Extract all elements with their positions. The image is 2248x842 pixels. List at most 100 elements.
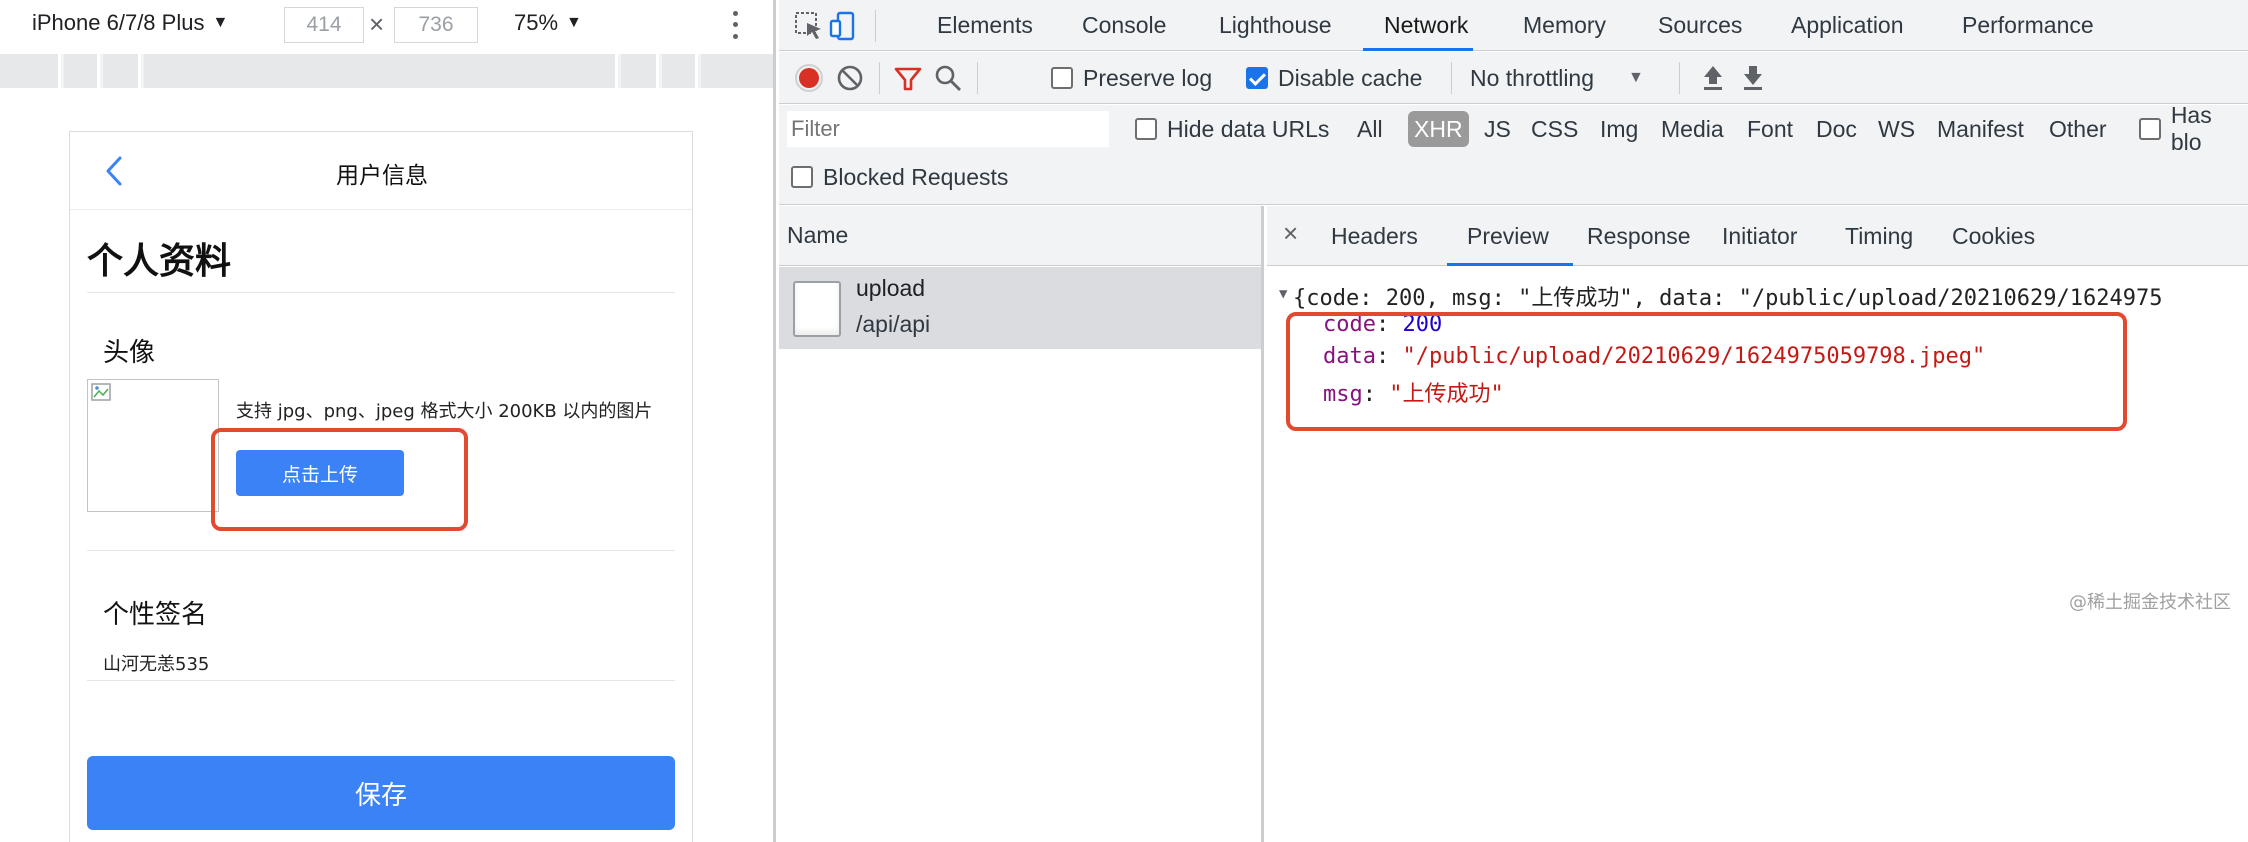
caret-down-icon: ▼ — [1628, 69, 1644, 86]
filter-icon[interactable] — [892, 62, 924, 94]
has-blocked-cookies-checkbox[interactable]: Has blo — [2139, 102, 2248, 155]
separator — [1451, 62, 1452, 94]
page-title: 用户信息 — [336, 163, 428, 189]
request-list: Name upload /api/api — [779, 206, 1264, 842]
tab-headers[interactable]: Headers — [1331, 206, 1418, 266]
type-media[interactable]: Media — [1661, 111, 1724, 147]
height-input[interactable]: 736 — [394, 7, 478, 43]
type-ws[interactable]: WS — [1878, 111, 1915, 147]
width-input[interactable]: 414 — [284, 7, 364, 43]
tab-initiator[interactable]: Initiator — [1722, 206, 1797, 266]
media-query-ruler[interactable] — [0, 54, 773, 88]
hide-data-urls-checkbox[interactable]: Hide data URLs — [1135, 111, 1329, 147]
tab-response[interactable]: Response — [1587, 206, 1691, 266]
blocked-requests-checkbox[interactable]: Blocked Requests — [791, 159, 1008, 195]
signature-label: 个性签名 — [103, 600, 208, 630]
tab-timing[interactable]: Timing — [1845, 206, 1913, 266]
divider — [87, 292, 675, 293]
avatar-label: 头像 — [103, 338, 156, 368]
checkbox-icon[interactable] — [1051, 67, 1073, 89]
ruler-segment[interactable] — [701, 54, 773, 88]
ruler-segment[interactable] — [144, 54, 618, 88]
avatar-image — [87, 379, 219, 512]
checkbox-checked-icon[interactable] — [1246, 67, 1268, 89]
type-font[interactable]: Font — [1747, 111, 1793, 147]
type-all[interactable]: All — [1357, 111, 1383, 147]
more-options-icon[interactable] — [730, 8, 740, 42]
json-summary: {code: 200, msg: "上传成功", data: "/public/… — [1293, 286, 2163, 311]
tab-sources[interactable]: Sources — [1658, 0, 1742, 51]
detail-tabbar: × Headers Preview Response Initiator Tim… — [1267, 206, 2248, 266]
type-img[interactable]: Img — [1600, 111, 1638, 147]
close-icon[interactable]: × — [1283, 218, 1298, 249]
file-icon — [793, 281, 841, 337]
zoom-select[interactable]: 75% ▼ — [514, 10, 582, 36]
devtools-tabbar: Elements Console Lighthouse Network Memo… — [779, 0, 2248, 51]
inspect-element-icon[interactable] — [793, 10, 825, 42]
device-select[interactable]: iPhone 6/7/8 Plus ▼ — [32, 10, 228, 36]
tab-elements[interactable]: Elements — [937, 0, 1033, 51]
zoom-value: 75% — [514, 10, 559, 35]
tab-memory[interactable]: Memory — [1523, 0, 1606, 51]
has-blocked-label: Has blo — [2170, 102, 2212, 155]
section-title: 个人资料 — [87, 241, 232, 282]
record-icon[interactable] — [793, 62, 825, 94]
save-button[interactable]: 保存 — [87, 756, 675, 830]
type-manifest[interactable]: Manifest — [1937, 111, 2024, 147]
throttling-select[interactable]: No throttling ▼ — [1470, 52, 1644, 104]
separator — [879, 62, 880, 94]
divider — [87, 680, 675, 681]
tab-performance[interactable]: Performance — [1962, 0, 2094, 51]
ruler-segment[interactable] — [621, 54, 659, 88]
filter-bar: Hide data URLs All XHR JS CSS Img Media … — [779, 102, 2248, 205]
annotation-highlight-box — [211, 428, 468, 531]
type-css[interactable]: CSS — [1531, 111, 1578, 147]
disable-cache-label: Disable cache — [1278, 64, 1423, 91]
checkbox-icon[interactable] — [791, 166, 813, 188]
signature-field[interactable]: 山河无恙535 — [103, 650, 209, 676]
type-doc[interactable]: Doc — [1816, 111, 1857, 147]
times-icon: × — [369, 9, 385, 39]
clear-icon[interactable] — [834, 62, 866, 94]
import-har-icon[interactable] — [1697, 62, 1729, 94]
upload-hint: 支持 jpg、png、jpeg 格式大小 200KB 以内的图片 — [236, 401, 653, 422]
ruler-segment[interactable] — [103, 54, 141, 88]
throttling-value: No throttling — [1470, 64, 1595, 91]
tab-lighthouse[interactable]: Lighthouse — [1219, 0, 1332, 51]
caret-down-icon: ▼ — [212, 14, 229, 31]
ruler-segment[interactable] — [662, 54, 698, 88]
preserve-log-checkbox[interactable]: Preserve log — [1051, 52, 1212, 104]
caret-down-icon: ▼ — [566, 14, 582, 31]
type-xhr[interactable]: XHR — [1408, 111, 1469, 147]
search-icon[interactable] — [932, 62, 964, 94]
watermark: @稀土掘金技术社区 — [2069, 592, 2231, 613]
divider — [87, 550, 675, 551]
checkbox-icon[interactable] — [2139, 118, 2161, 140]
blocked-requests-label: Blocked Requests — [823, 163, 1009, 190]
type-js[interactable]: JS — [1484, 111, 1511, 147]
device-emulation-pane: iPhone 6/7/8 Plus ▼ 414 × 736 75% ▼ 用户信息… — [0, 0, 776, 842]
name-column-header[interactable]: Name — [779, 206, 1261, 266]
checkbox-icon[interactable] — [1135, 118, 1157, 140]
export-har-icon[interactable] — [1737, 62, 1769, 94]
ruler-segment[interactable] — [64, 54, 100, 88]
tab-application[interactable]: Application — [1791, 0, 1904, 51]
tab-network[interactable]: Network — [1384, 0, 1468, 51]
type-other[interactable]: Other — [2049, 111, 2107, 147]
request-row[interactable]: upload /api/api — [779, 267, 1261, 349]
active-tab-indicator — [1363, 48, 1473, 51]
device-toggle-icon[interactable] — [827, 10, 859, 42]
tab-preview[interactable]: Preview — [1467, 206, 1549, 266]
tab-console[interactable]: Console — [1082, 0, 1166, 51]
ruler-segment[interactable] — [0, 54, 61, 88]
request-name: upload — [856, 275, 926, 301]
disable-cache-checkbox[interactable]: Disable cache — [1246, 52, 1422, 104]
tab-cookies[interactable]: Cookies — [1952, 206, 2035, 266]
hide-data-urls-label: Hide data URLs — [1167, 115, 1330, 142]
separator — [1679, 62, 1680, 94]
filter-input[interactable] — [787, 111, 1109, 147]
request-detail-pane: × Headers Preview Response Initiator Tim… — [1267, 206, 2248, 842]
device-toolbar: iPhone 6/7/8 Plus ▼ 414 × 736 75% ▼ — [0, 0, 773, 50]
separator — [875, 10, 876, 42]
expand-caret-icon[interactable]: ▼ — [1279, 286, 1287, 302]
